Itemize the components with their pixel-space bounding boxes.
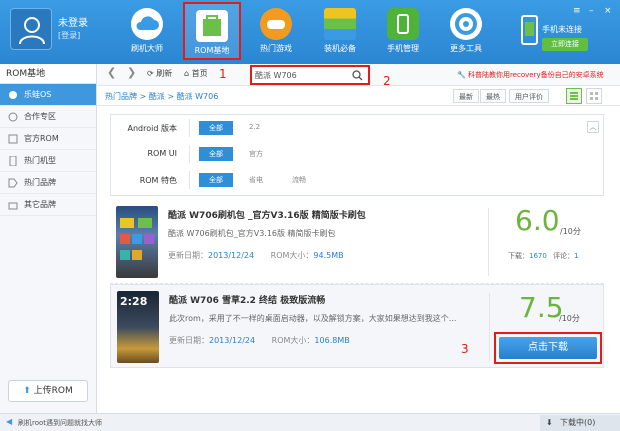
tip-icon: 🔧 xyxy=(457,71,466,79)
breadcrumb-bar: 热门品牌 > 酷派 > 酷派 W706 最新 最热 用户评价 xyxy=(97,86,620,106)
download-icon: ⬇ xyxy=(546,418,553,427)
sidebar-item-partners[interactable]: 合作专区 xyxy=(0,106,96,128)
refresh-button[interactable]: ⟳ 刷新 xyxy=(147,68,172,79)
menu-icon[interactable]: ≡ xyxy=(573,6,581,16)
rom-card[interactable]: 酷派 W706刷机包 _官方V3.16版 精简版卡刷包 酷派 W706刷机包_官… xyxy=(110,200,604,284)
sort-hottest[interactable]: 最热 xyxy=(480,89,506,103)
cloud-icon xyxy=(131,8,163,40)
filter-ui-all[interactable]: 全部 xyxy=(199,147,233,161)
toolbar: ❮ ❯ ⟳ 刷新 ⌂ 首页 1 2 🔧 科普陆教你用recovery备份自己的安… xyxy=(97,64,620,88)
status-bar: ◀ 刷机root遇到问题就找大师 ⬇ 下载中(0) xyxy=(0,413,620,431)
handshake-icon xyxy=(8,112,18,122)
score-unit: /10分 xyxy=(559,314,580,323)
home-button[interactable]: ⌂ 首页 xyxy=(184,68,208,79)
annotation-3: 3 xyxy=(461,342,469,356)
speaker-icon: ◀ xyxy=(6,417,13,426)
app-header: 未登录 [登录] 刷机大师 ROM基地 热门游戏 装机必备 手机管理 更多工具 xyxy=(0,0,620,64)
sidebar: ROM基地 乐蛙OS 合作专区 官方ROM 热门机型 热门品牌 其它品牌 ⬆ 上… xyxy=(0,64,97,413)
rom-thumbnail[interactable] xyxy=(116,206,158,278)
filter-row-rom-feature: ROM 特色 全部 省电 流畅 xyxy=(111,169,605,191)
nav-more-tools[interactable]: 更多工具 xyxy=(437,2,495,60)
list-view-icon[interactable] xyxy=(566,88,582,104)
rom-score: 6.0 xyxy=(515,204,560,237)
annotation-1: 1 xyxy=(219,67,227,81)
nav-hot-games[interactable]: 热门游戏 xyxy=(247,2,305,60)
filter-feature-power-saving[interactable]: 省电 xyxy=(249,175,263,185)
filter-panel: Android 版本 全部 2.2 ︿ ROM UI 全部 官方 ROM 特色 … xyxy=(110,114,604,196)
avatar[interactable] xyxy=(10,8,52,50)
nav-rom-base[interactable]: ROM基地 xyxy=(183,2,241,60)
close-icon[interactable]: × xyxy=(604,6,612,16)
rom-thumbnail[interactable]: 2:28 xyxy=(117,291,159,363)
filter-android-all[interactable]: 全部 xyxy=(199,121,233,135)
nav-phone-manager[interactable]: 手机管理 xyxy=(374,2,432,60)
sidebar-item-other-brands[interactable]: 其它品牌 xyxy=(0,194,96,216)
sort-rating[interactable]: 用户评价 xyxy=(509,89,549,103)
divider xyxy=(489,293,490,361)
rom-description: 此次rom，采用了不一样的桌面启动器，以及解锁方案，大家如果想达到我这个... xyxy=(169,314,457,323)
breadcrumb[interactable]: 热门品牌 > 酷派 > 酷派 W706 xyxy=(105,91,218,102)
sidebar-title: ROM基地 xyxy=(0,64,96,84)
rom-description: 酷派 W706刷机包_官方V3.16版 精简版卡刷包 xyxy=(168,229,336,238)
rom-stats: 下载：1670 评论：1 xyxy=(508,252,579,260)
rom-score: 7.5 xyxy=(519,291,564,324)
filter-android-2-2[interactable]: 2.2 xyxy=(249,123,260,131)
user-name: 未登录 xyxy=(58,18,88,29)
phone-small-icon xyxy=(9,156,17,166)
upload-icon: ⬆ xyxy=(23,386,31,396)
apps-stack-icon xyxy=(324,8,356,40)
forward-icon[interactable]: ❯ xyxy=(127,66,136,79)
filter-feature-all[interactable]: 全部 xyxy=(199,173,233,187)
login-link[interactable]: [登录] xyxy=(58,30,80,41)
tag-icon xyxy=(8,178,18,188)
gear-icon xyxy=(450,8,482,40)
collapse-icon[interactable]: ︿ xyxy=(587,121,599,133)
rom-icon xyxy=(8,134,18,144)
sidebar-item-lewa-os[interactable]: 乐蛙OS xyxy=(0,84,96,106)
filter-ui-official[interactable]: 官方 xyxy=(249,149,263,159)
rom-title[interactable]: 酷派 W706刷机包 _官方V3.16版 精简版卡刷包 xyxy=(168,208,366,221)
rom-meta: 更新日期：2013/12/24 ROM大小：94.5MB xyxy=(168,251,344,260)
filter-row-rom-ui: ROM UI 全部 官方 xyxy=(111,143,605,165)
divider xyxy=(488,208,489,276)
back-icon[interactable]: ❮ xyxy=(107,66,116,79)
rom-meta: 更新日期：2013/12/24 ROM大小：106.8MB xyxy=(169,336,350,345)
nav-essentials[interactable]: 装机必备 xyxy=(311,2,369,60)
user-icon xyxy=(19,17,45,45)
search-icon[interactable] xyxy=(352,70,363,81)
frog-icon xyxy=(9,91,17,99)
sidebar-item-hot-models[interactable]: 热门机型 xyxy=(0,150,96,172)
rom-bag-icon xyxy=(196,10,228,42)
sidebar-item-official-rom[interactable]: 官方ROM xyxy=(0,128,96,150)
shield-icon xyxy=(387,8,419,40)
sort-newest[interactable]: 最新 xyxy=(453,89,479,103)
sidebar-item-hot-brands[interactable]: 热门品牌 xyxy=(0,172,96,194)
divider xyxy=(189,145,190,163)
home-icon: ⌂ xyxy=(184,69,190,78)
divider xyxy=(189,171,190,189)
phone-icon xyxy=(521,15,538,45)
nav-flash-master[interactable]: 刷机大师 xyxy=(118,2,176,60)
phone-status-text: 手机未连接 xyxy=(542,25,582,34)
grid-view-icon[interactable] xyxy=(586,88,602,104)
score-unit: /10分 xyxy=(560,227,581,236)
minimize-icon[interactable]: – xyxy=(589,6,594,16)
download-button[interactable]: 点击下载 xyxy=(494,332,602,364)
gamepad-icon xyxy=(260,8,292,40)
divider xyxy=(189,119,190,137)
filter-row-android: Android 版本 全部 2.2 ︿ xyxy=(111,117,605,139)
filter-feature-smooth[interactable]: 流畅 xyxy=(292,175,306,185)
tip-link[interactable]: 🔧 科普陆教你用recovery备份自己的安卓系统 xyxy=(457,70,604,80)
connect-button[interactable]: 立即连接 xyxy=(542,38,588,51)
download-queue[interactable]: ⬇ 下载中(0) xyxy=(540,415,620,431)
refresh-icon: ⟳ xyxy=(147,69,154,78)
upload-rom-button[interactable]: ⬆ 上传ROM xyxy=(8,380,88,402)
rom-title[interactable]: 酷派 W706 雪草2.2 终结 极致版流畅 xyxy=(169,293,325,306)
status-text[interactable]: 刷机root遇到问题就找大师 xyxy=(18,418,102,428)
search-box[interactable] xyxy=(250,65,370,85)
search-input[interactable] xyxy=(255,69,345,82)
puzzle-icon xyxy=(8,202,18,210)
